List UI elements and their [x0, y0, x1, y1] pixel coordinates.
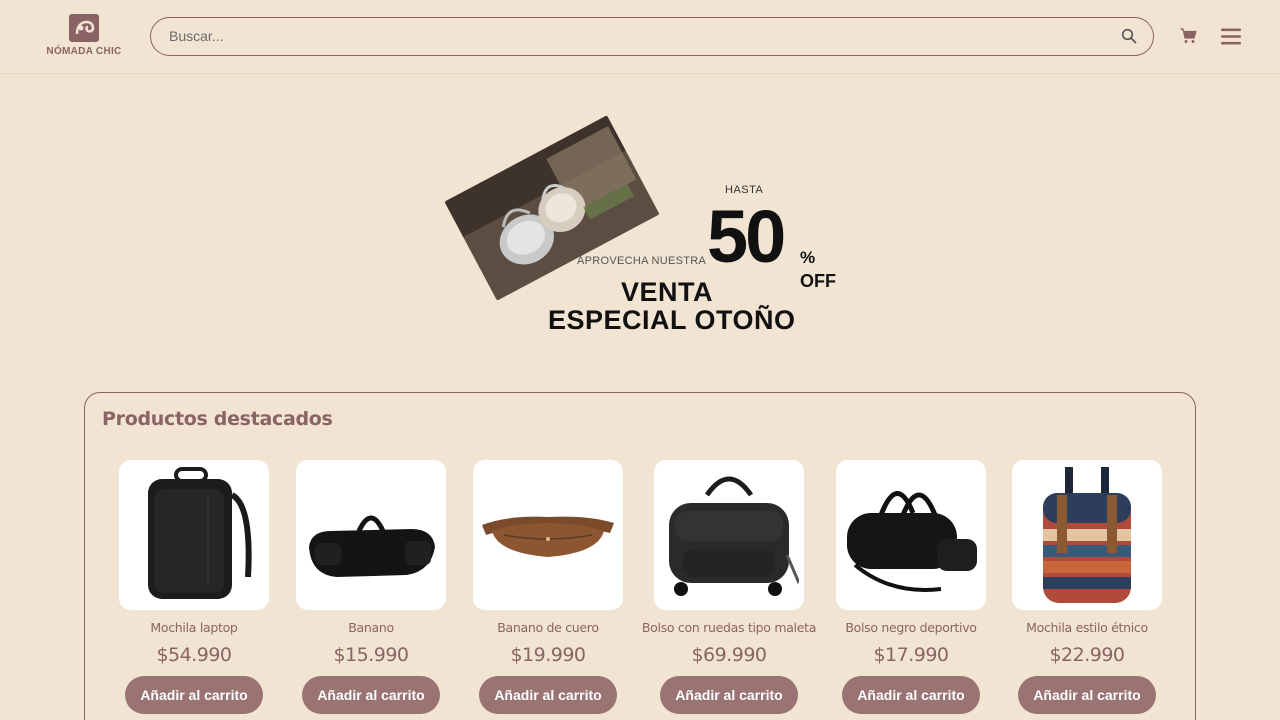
site-header: NÓMADA CHIC: [0, 0, 1280, 74]
product-price: $54.990: [156, 644, 232, 666]
bags-photo-illustration: [444, 115, 660, 301]
logo-icon: [69, 14, 99, 42]
banner-percent: %: [800, 248, 816, 267]
search-bar: [150, 17, 1154, 56]
product-price: $69.990: [691, 644, 767, 666]
banner-line1: VENTA: [621, 277, 714, 307]
banner-line2: ESPECIAL OTOÑO: [548, 305, 796, 335]
ethnic-backpack-icon: [1043, 467, 1131, 603]
hamburger-menu-icon[interactable]: [1221, 28, 1241, 45]
product-price: $19.990: [510, 644, 586, 666]
leather-belt-bag-icon: [482, 516, 614, 557]
add-to-cart-button[interactable]: Añadir al carrito: [302, 676, 440, 714]
banner-discount: 50: [707, 195, 786, 278]
banner-aprovecha: APROVECHA NUESTRA: [577, 255, 707, 267]
product-image[interactable]: [473, 460, 623, 610]
add-to-cart-button[interactable]: Añadir al carrito: [125, 676, 263, 714]
add-to-cart-button[interactable]: Añadir al carrito: [479, 676, 617, 714]
add-to-cart-button[interactable]: Añadir al carrito: [1018, 676, 1156, 714]
banner-off: OFF: [800, 271, 836, 291]
product-image[interactable]: [654, 460, 804, 610]
featured-products-section: Productos destacados Mochila laptop $54.…: [84, 392, 1196, 720]
product-name: Mochila laptop: [150, 620, 238, 635]
brand-name: NÓMADA CHIC: [46, 46, 122, 57]
product-image[interactable]: [119, 460, 269, 610]
product-image[interactable]: [1012, 460, 1162, 610]
product-card: Mochila laptop $54.990 Añadir al carrito: [104, 460, 284, 714]
laptop-backpack-icon: [148, 467, 252, 599]
product-name: Banano: [348, 620, 394, 635]
belt-bag-icon: [309, 515, 435, 577]
add-to-cart-button[interactable]: Añadir al carrito: [660, 676, 798, 714]
product-image[interactable]: [836, 460, 986, 610]
product-price: $15.990: [333, 644, 409, 666]
banner-photo: [444, 115, 660, 301]
sport-duffel-icon: [847, 491, 977, 592]
product-card: Banano $15.990 Añadir al carrito: [281, 460, 461, 714]
section-title: Productos destacados: [102, 408, 333, 430]
product-name: Bolso negro deportivo: [845, 620, 977, 635]
search-icon[interactable]: [1121, 28, 1137, 44]
product-name: Banano de cuero: [497, 620, 599, 635]
product-price: $17.990: [873, 644, 949, 666]
logo[interactable]: NÓMADA CHIC: [42, 12, 126, 62]
product-card: Mochila estilo étnico $22.990 Añadir al …: [997, 460, 1177, 714]
product-card: Banano de cuero $19.990 Añadir al carrit…: [458, 460, 638, 714]
product-image[interactable]: [296, 460, 446, 610]
product-name: Mochila estilo étnico: [1026, 620, 1148, 635]
product-card: Bolso con ruedas tipo maleta $69.990 Aña…: [639, 460, 819, 714]
product-name: Bolso con ruedas tipo maleta: [641, 620, 817, 635]
rolling-duffel-icon: [669, 476, 799, 596]
add-to-cart-button[interactable]: Añadir al carrito: [842, 676, 980, 714]
product-card: Bolso negro deportivo $17.990 Añadir al …: [821, 460, 1001, 714]
product-price: $22.990: [1049, 644, 1125, 666]
search-input[interactable]: [169, 18, 1109, 54]
cart-icon[interactable]: [1180, 28, 1197, 44]
